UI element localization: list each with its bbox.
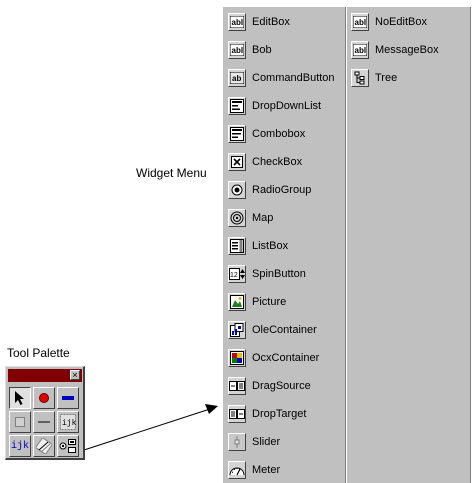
droptarget-icon <box>228 405 246 423</box>
close-icon[interactable]: × <box>70 370 80 380</box>
menu-item-messagebox[interactable]: abl MessageBox <box>351 39 439 61</box>
menu-item-picture[interactable]: Picture <box>228 291 286 313</box>
menu-item-ocxcontainer[interactable]: OcxContainer <box>228 347 319 369</box>
widget-menu: abl EditBox abl Bob ab CommandButton Dro… <box>222 6 471 483</box>
svg-text:abl: abl <box>355 18 367 27</box>
menu-item-editbox[interactable]: abl EditBox <box>228 11 290 33</box>
bob-icon: abl <box>228 41 246 59</box>
pointer-tool-button[interactable] <box>9 387 31 409</box>
svg-text:abl: abl <box>355 46 367 55</box>
menu-item-dropdownlist[interactable]: DropDownList <box>228 95 321 117</box>
menu-item-label: CheckBox <box>252 156 303 168</box>
menu-item-slider[interactable]: Slider <box>228 431 280 453</box>
radio-combo-icon <box>59 439 76 453</box>
messagebox-icon: abl <box>351 41 369 59</box>
cursor-arrow-icon <box>15 391 24 405</box>
menu-item-meter[interactable]: Meter <box>228 459 280 481</box>
tree-icon <box>351 69 369 87</box>
menu-item-label: DragSource <box>252 380 311 392</box>
svg-text:ijk: ijk <box>62 419 76 428</box>
ocxcontainer-icon <box>228 349 246 367</box>
menu-item-label: Bob <box>252 44 272 56</box>
menu-item-label: Picture <box>252 296 287 308</box>
listbox-icon <box>228 237 246 255</box>
text-tool-button[interactable]: ijk <box>9 435 31 457</box>
svg-text:ab: ab <box>232 74 241 83</box>
menu-item-radiogroup[interactable]: RadioGroup <box>228 179 311 201</box>
menu-item-commandbutton[interactable]: ab CommandButton <box>228 67 335 89</box>
menu-item-label: DropTarget <box>252 408 307 420</box>
combobox-icon <box>228 125 246 143</box>
menu-item-dragsource[interactable]: DragSource <box>228 375 311 397</box>
menu-item-label: DropDownList <box>252 100 322 112</box>
svg-text:abl: abl <box>232 46 244 55</box>
menu-item-label: Meter <box>252 464 281 476</box>
scroll-tool-button[interactable] <box>33 435 55 457</box>
slider-icon <box>228 433 246 451</box>
svg-text:abl: abl <box>232 18 244 27</box>
menu-item-label: NoEditBox <box>375 16 427 28</box>
menu-item-label: SpinButton <box>252 268 306 280</box>
tool-palette: × ijk ijk <box>5 366 85 460</box>
dropdownlist-icon <box>228 97 246 115</box>
dragsource-icon <box>228 377 246 395</box>
menu-item-noeditbox[interactable]: abl NoEditBox <box>351 11 427 33</box>
menu-item-label: OcxContainer <box>252 352 320 364</box>
commandbutton-icon: ab <box>228 69 246 87</box>
menu-item-label: ListBox <box>252 240 289 252</box>
menu-item-label: RadioGroup <box>252 184 312 196</box>
menu-item-olecontainer[interactable]: OleContainer <box>228 319 317 341</box>
spinbutton-icon: 12 <box>228 265 246 283</box>
widgets-tool-button[interactable] <box>57 435 79 457</box>
menu-item-map[interactable]: Map <box>228 207 273 229</box>
ijk-frame-icon: ijk <box>60 414 76 430</box>
menu-item-droptarget[interactable]: DropTarget <box>228 403 306 425</box>
menu-item-label: Combobox <box>252 128 306 140</box>
menu-item-tree[interactable]: Tree <box>351 67 397 89</box>
line-icon <box>38 421 50 423</box>
menu-item-label: MessageBox <box>375 44 439 56</box>
blue-bar-tool-button[interactable] <box>57 387 79 409</box>
menu-item-bob[interactable]: abl Bob <box>228 39 272 61</box>
menu-item-checkbox[interactable]: CheckBox <box>228 151 302 173</box>
frame-icon <box>15 417 25 427</box>
noeditbox-icon: abl <box>351 13 369 31</box>
ijk-frame-tool-button[interactable]: ijk <box>57 411 79 433</box>
map-icon <box>228 209 246 227</box>
ijk-text-label: ijk <box>10 440 29 452</box>
olecontainer-icon <box>228 321 246 339</box>
menu-column-divider <box>345 7 347 483</box>
line-tool-button[interactable] <box>33 411 55 433</box>
diagonal-scroll-icon <box>36 438 52 454</box>
menu-item-spinbutton[interactable]: 12 SpinButton <box>228 263 306 285</box>
menu-item-label: OleContainer <box>252 324 317 336</box>
meter-icon <box>228 461 246 479</box>
radiogroup-icon <box>228 181 246 199</box>
record-tool-button[interactable] <box>33 387 55 409</box>
frame-tool-button[interactable] <box>9 411 31 433</box>
editbox-icon: abl <box>228 13 246 31</box>
menu-item-label: Map <box>252 212 274 224</box>
menu-item-combobox[interactable]: Combobox <box>228 123 305 145</box>
menu-item-label: EditBox <box>252 16 290 28</box>
menu-item-label: Slider <box>252 436 281 448</box>
svg-text:12: 12 <box>230 272 238 279</box>
checkbox-icon <box>228 153 246 171</box>
menu-item-label: Tree <box>375 72 398 84</box>
menu-item-listbox[interactable]: ListBox <box>228 235 288 257</box>
blue-bar-icon <box>62 396 74 400</box>
menu-item-label: CommandButton <box>252 72 335 84</box>
palette-title-bar[interactable]: × <box>8 369 82 382</box>
picture-icon <box>228 293 246 311</box>
red-circle-icon <box>39 393 49 403</box>
